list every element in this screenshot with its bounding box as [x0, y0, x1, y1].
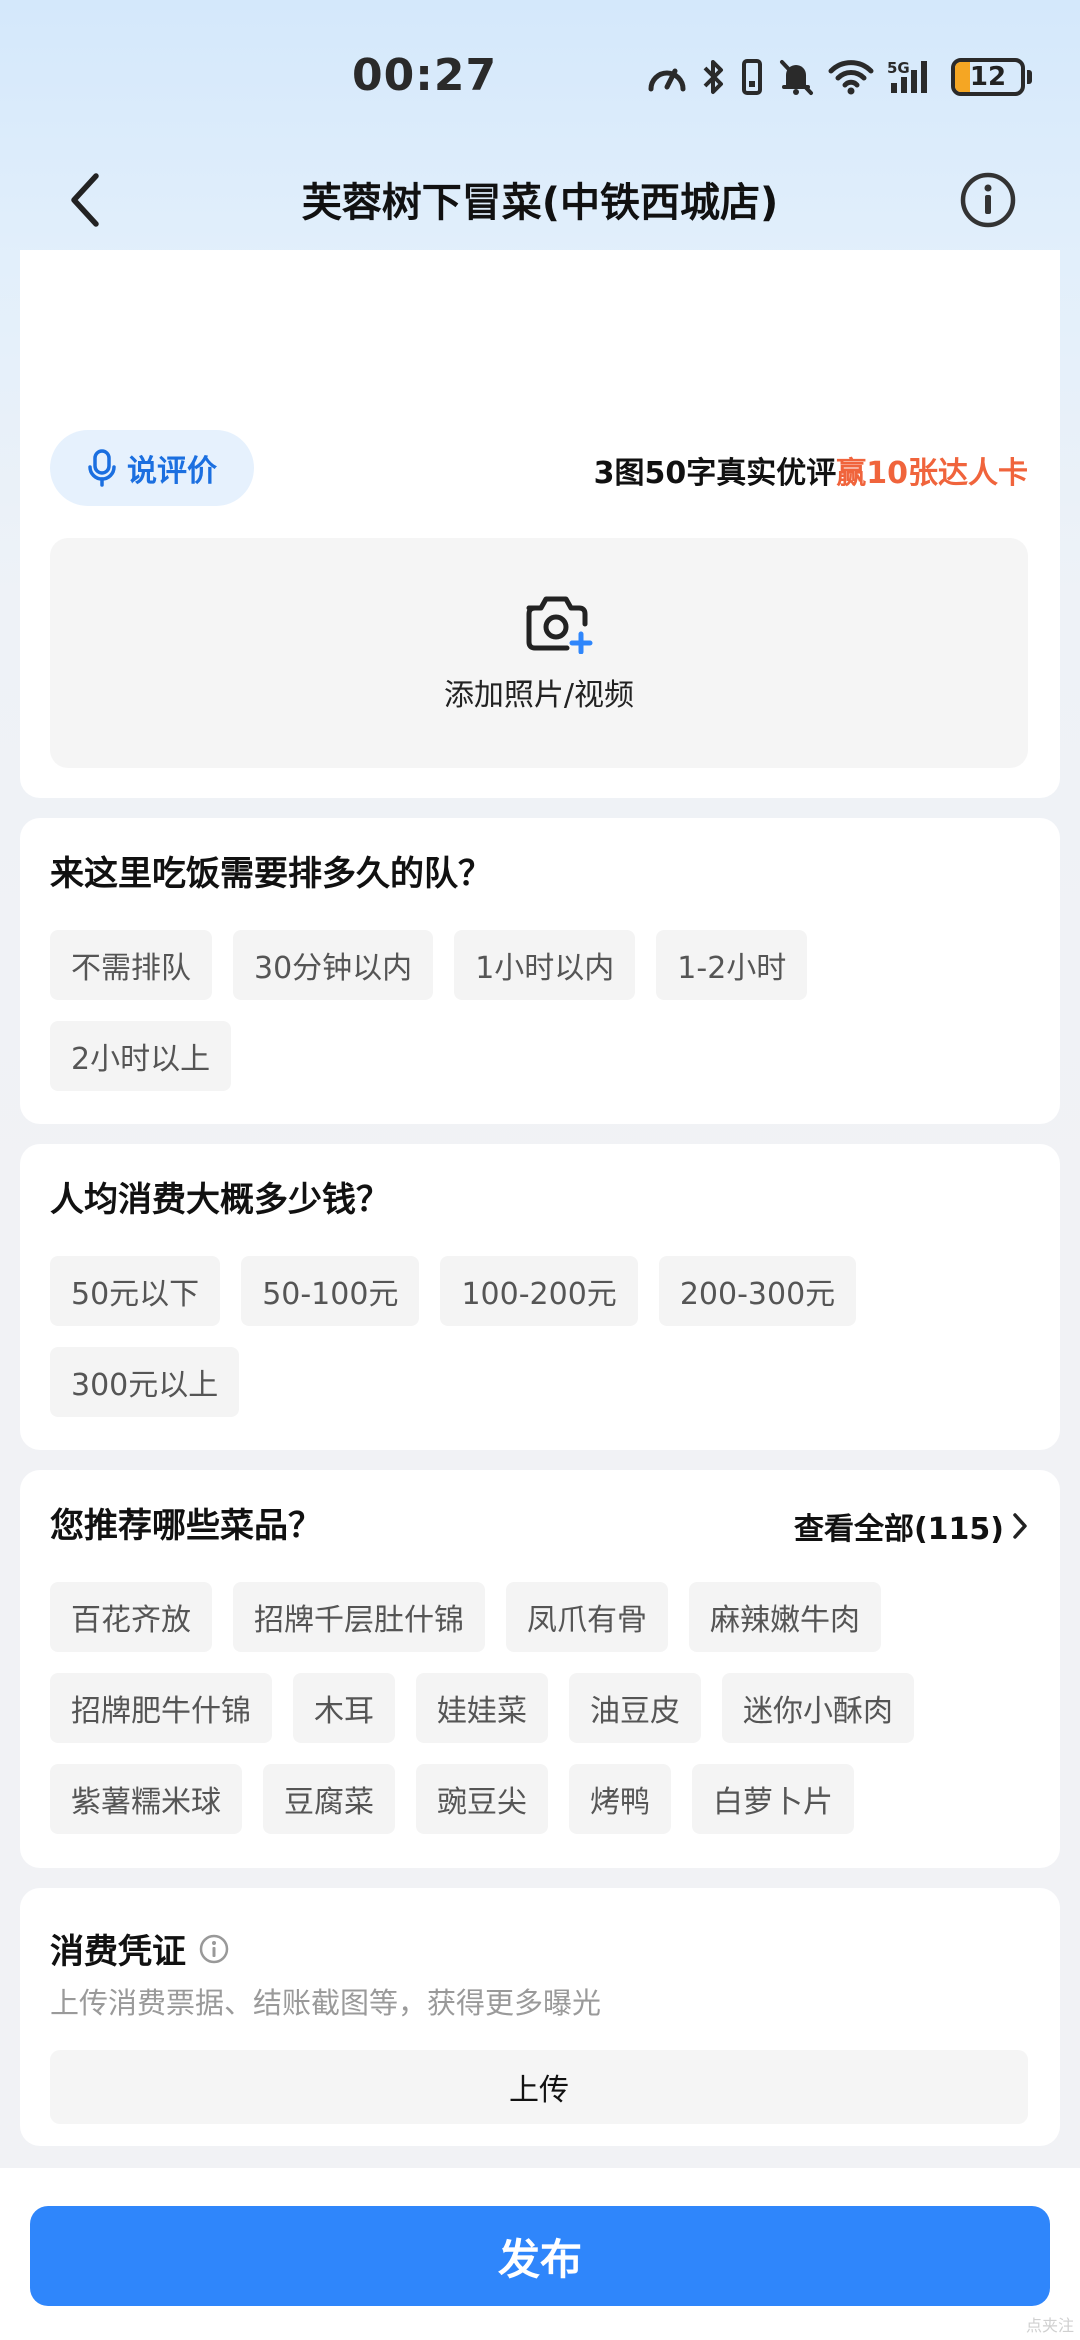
watermark: 点夹注 [1025, 2316, 1074, 2335]
add-media-label: 添加照片/视频 [443, 678, 635, 713]
status-icons: 5G 12 [645, 52, 1032, 102]
queue-option[interactable]: 1-2小时 [656, 930, 808, 1000]
dish-option[interactable]: 木耳 [293, 1673, 395, 1743]
status-time: 00:27 [352, 50, 498, 101]
dish-title: 您推荐哪些菜品？ [50, 1506, 322, 1546]
dish-options-row-1: 百花齐放 招牌千层肚什锦 凤爪有骨 麻辣嫩牛肉 [50, 1582, 881, 1652]
queue-option[interactable]: 2小时以上 [50, 1021, 232, 1091]
voucher-description: 上传消费票据、结账截图等，获得更多曝光 [50, 1986, 602, 2020]
see-all-label: 查看全部(115) [793, 1512, 1004, 1547]
bell-muted-icon [780, 60, 813, 95]
dish-options-row-3: 紫薯糯米球 豆腐菜 豌豆尖 烤鸭 白萝卜片 [50, 1764, 854, 1834]
vibrate-icon [742, 59, 762, 95]
promo-prefix: 3图50字真实优评 [593, 456, 837, 491]
status-bar: 00:27 5G 12 [0, 0, 1080, 150]
dish-options-row-2: 招牌肥牛什锦 木耳 娃娃菜 油豆皮 迷你小酥肉 [50, 1673, 914, 1743]
battery-icon: 12 [951, 58, 1025, 96]
dish-option[interactable]: 百花齐放 [50, 1582, 212, 1652]
bluetooth-icon [703, 60, 723, 94]
price-card: 人均消费大概多少钱？ 50元以下 50-100元 100-200元 200-30… [20, 1144, 1060, 1450]
back-button[interactable] [50, 164, 122, 236]
queue-option[interactable]: 1小时以内 [454, 930, 636, 1000]
info-button[interactable] [956, 168, 1020, 232]
nav-bar: 芙蓉树下冒菜(中铁西城店) [0, 150, 1080, 250]
battery-level [955, 62, 970, 92]
price-options-row-2: 300元以上 [50, 1347, 240, 1417]
dish-option[interactable]: 招牌肥牛什锦 [50, 1673, 272, 1743]
queue-card: 来这里吃饭需要排多久的队？ 不需排队 30分钟以内 1小时以内 1-2小时 2小… [20, 818, 1060, 1124]
bottom-bar: 发布 点夹注 [0, 2168, 1080, 2340]
price-options-row-1: 50元以下 50-100元 100-200元 200-300元 [50, 1256, 857, 1326]
price-title: 人均消费大概多少钱？ [50, 1180, 390, 1220]
voucher-info-icon[interactable] [198, 1933, 230, 1965]
svg-text:5G: 5G [887, 59, 910, 77]
review-card: 说评价 3图50字真实优评赢10张达人卡 添加照片/视频 [20, 250, 1060, 798]
dish-option[interactable]: 凤爪有骨 [506, 1582, 668, 1652]
voice-review-label: 说评价 [127, 454, 217, 489]
speed-gauge-icon [648, 68, 686, 92]
dish-option[interactable]: 迷你小酥肉 [722, 1673, 914, 1743]
voucher-card: 消费凭证 上传消费票据、结账截图等，获得更多曝光 上传 [20, 1888, 1060, 2146]
dish-option[interactable]: 油豆皮 [569, 1673, 701, 1743]
publish-button[interactable]: 发布 [30, 2206, 1050, 2306]
camera-plus-icon [526, 596, 593, 654]
voucher-upload-button[interactable]: 上传 [50, 2050, 1028, 2124]
dish-option[interactable]: 招牌千层肚什锦 [233, 1582, 485, 1652]
dish-option[interactable]: 烤鸭 [569, 1764, 671, 1834]
dish-option[interactable]: 豆腐菜 [263, 1764, 395, 1834]
queue-options-row-1: 不需排队 30分钟以内 1小时以内 1-2小时 [50, 930, 808, 1000]
price-option[interactable]: 200-300元 [658, 1256, 857, 1326]
voucher-title-row: 消费凭证 [50, 1924, 230, 1973]
back-arrow-icon [71, 173, 99, 227]
queue-options-row-2: 2小时以上 [50, 1021, 232, 1091]
price-option[interactable]: 50元以下 [50, 1256, 221, 1326]
dish-option[interactable]: 白萝卜片 [692, 1764, 854, 1834]
price-option[interactable]: 50-100元 [241, 1256, 420, 1326]
dish-option[interactable]: 紫薯糯米球 [50, 1764, 242, 1834]
battery-tip [1027, 70, 1032, 84]
price-option[interactable]: 300元以上 [50, 1347, 240, 1417]
queue-title: 来这里吃饭需要排多久的队？ [50, 854, 492, 894]
dish-option[interactable]: 麻辣嫩牛肉 [689, 1582, 881, 1652]
voice-review-button[interactable]: 说评价 [50, 430, 254, 506]
see-all-dishes-link[interactable]: 查看全部(115) [794, 1504, 1028, 1548]
dish-option[interactable]: 豌豆尖 [416, 1764, 548, 1834]
signal-5g-icon: 5G [887, 59, 927, 93]
microphone-icon [88, 449, 116, 487]
add-media-button[interactable]: 添加照片/视频 [50, 538, 1028, 768]
promo-text: 3图50字真实优评赢10张达人卡 [594, 448, 1028, 492]
dish-option[interactable]: 娃娃菜 [416, 1673, 548, 1743]
queue-option[interactable]: 30分钟以内 [233, 930, 434, 1000]
page-title: 芙蓉树下冒菜(中铁西城店) [301, 180, 779, 226]
queue-option[interactable]: 不需排队 [50, 930, 212, 1000]
price-option[interactable]: 100-200元 [440, 1256, 638, 1326]
battery-percent: 12 [969, 62, 1007, 92]
promo-highlight: 赢10张达人卡 [836, 456, 1028, 491]
info-icon [960, 172, 1016, 228]
dish-card: 您推荐哪些菜品？ 查看全部(115) 百花齐放 招牌千层肚什锦 凤爪有骨 麻辣嫩… [20, 1470, 1060, 1868]
chevron-right-icon [1013, 1513, 1027, 1539]
voucher-title: 消费凭证 [50, 1932, 186, 1972]
wifi-icon [828, 60, 874, 95]
